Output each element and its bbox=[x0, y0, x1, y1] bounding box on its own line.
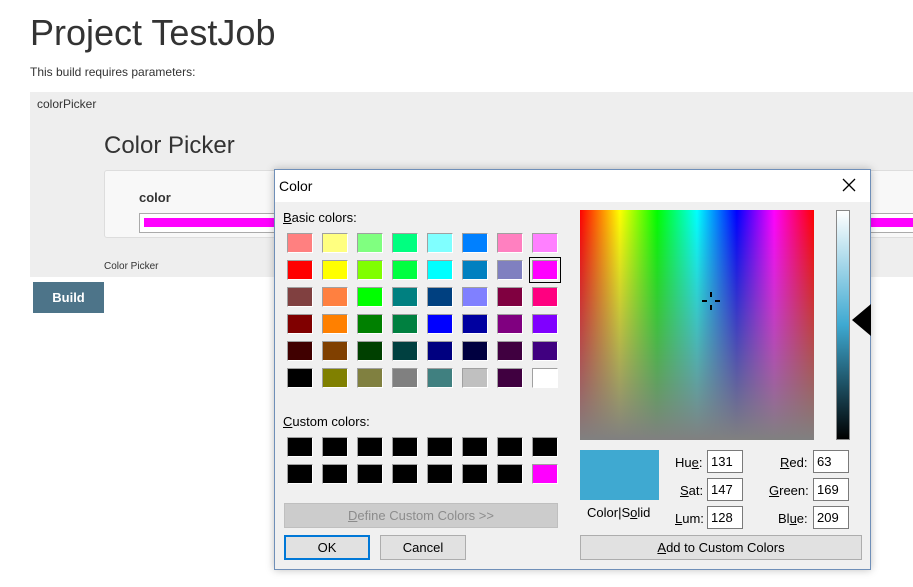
basic-color-swatch[interactable] bbox=[287, 287, 313, 307]
basic-color-swatch[interactable] bbox=[392, 260, 418, 280]
custom-color-swatch[interactable] bbox=[497, 464, 523, 484]
lum-label: Lum: bbox=[675, 511, 704, 526]
custom-color-swatch[interactable] bbox=[497, 437, 523, 457]
basic-color-swatch[interactable] bbox=[462, 341, 488, 361]
basic-color-swatch[interactable] bbox=[532, 341, 558, 361]
basic-color-swatch[interactable] bbox=[497, 341, 523, 361]
custom-color-swatch[interactable] bbox=[322, 464, 348, 484]
basic-color-swatch[interactable] bbox=[392, 368, 418, 388]
basic-color-swatch[interactable] bbox=[532, 368, 558, 388]
basic-color-swatch[interactable] bbox=[322, 233, 348, 253]
basic-color-swatch[interactable] bbox=[462, 287, 488, 307]
basic-color-swatch[interactable] bbox=[532, 233, 558, 253]
color-solid-label: Color|Solid bbox=[587, 505, 651, 520]
basic-color-swatch[interactable] bbox=[497, 260, 523, 280]
parameter-name: colorPicker bbox=[37, 97, 97, 111]
hue-label: Hue: bbox=[675, 455, 703, 470]
basic-color-swatch[interactable] bbox=[322, 260, 348, 280]
color-field-label: color bbox=[139, 190, 171, 205]
basic-color-swatch[interactable] bbox=[357, 287, 383, 307]
custom-color-swatch[interactable] bbox=[532, 437, 558, 457]
basic-color-swatch[interactable] bbox=[392, 341, 418, 361]
custom-color-swatch[interactable] bbox=[357, 464, 383, 484]
red-field[interactable]: 63 bbox=[813, 450, 849, 473]
build-parameters-subtitle: This build requires parameters: bbox=[30, 65, 196, 79]
basic-color-swatch[interactable] bbox=[462, 260, 488, 280]
sat-label: Sat: bbox=[680, 483, 704, 498]
ok-button[interactable]: OK bbox=[284, 535, 370, 560]
basic-color-swatch[interactable] bbox=[357, 233, 383, 253]
red-label: Red: bbox=[780, 455, 808, 470]
basic-color-swatch[interactable] bbox=[287, 368, 313, 388]
build-button[interactable]: Build bbox=[33, 282, 104, 313]
basic-color-swatch[interactable] bbox=[322, 314, 348, 334]
basic-color-swatch[interactable] bbox=[532, 287, 558, 307]
custom-color-swatch[interactable] bbox=[462, 464, 488, 484]
custom-color-swatch[interactable] bbox=[392, 437, 418, 457]
dialog-titlebar: Color bbox=[275, 170, 870, 202]
basic-color-swatch[interactable] bbox=[497, 368, 523, 388]
cancel-button[interactable]: Cancel bbox=[380, 535, 466, 560]
custom-colors-label: Custom colors: bbox=[283, 414, 370, 429]
define-custom-colors-button[interactable]: Define Custom Colors >> bbox=[284, 503, 558, 528]
basic-color-swatch[interactable] bbox=[427, 260, 453, 280]
custom-color-swatch[interactable] bbox=[462, 437, 488, 457]
page-title: Project TestJob bbox=[30, 12, 276, 53]
luminosity-arrow-icon[interactable] bbox=[852, 304, 871, 336]
basic-color-swatch[interactable] bbox=[497, 233, 523, 253]
basic-color-swatch[interactable] bbox=[427, 314, 453, 334]
custom-color-swatch[interactable] bbox=[287, 437, 313, 457]
basic-color-swatch[interactable] bbox=[287, 233, 313, 253]
custom-color-swatch[interactable] bbox=[532, 464, 558, 484]
dialog-title: Color bbox=[279, 178, 313, 194]
color-spectrum[interactable] bbox=[580, 210, 814, 440]
basic-color-swatch[interactable] bbox=[497, 314, 523, 334]
basic-color-swatch[interactable] bbox=[427, 287, 453, 307]
sat-field[interactable]: 147 bbox=[707, 478, 743, 501]
blue-field[interactable]: 209 bbox=[813, 506, 849, 529]
basic-color-swatch[interactable] bbox=[392, 233, 418, 253]
basic-color-swatch[interactable] bbox=[392, 287, 418, 307]
close-icon[interactable] bbox=[842, 176, 856, 197]
blue-label: Blue: bbox=[778, 511, 808, 526]
custom-color-swatch[interactable] bbox=[427, 464, 453, 484]
crosshair-icon bbox=[701, 291, 721, 311]
basic-color-swatch[interactable] bbox=[427, 368, 453, 388]
color-field-description: Color Picker bbox=[104, 261, 159, 272]
basic-color-swatch[interactable] bbox=[462, 233, 488, 253]
basic-color-swatch[interactable] bbox=[532, 314, 558, 334]
basic-color-swatch[interactable] bbox=[357, 260, 383, 280]
basic-color-swatch[interactable] bbox=[287, 260, 313, 280]
basic-color-swatch[interactable] bbox=[427, 341, 453, 361]
basic-color-swatch[interactable] bbox=[287, 341, 313, 361]
custom-color-swatch[interactable] bbox=[427, 437, 453, 457]
basic-color-swatch[interactable] bbox=[529, 257, 561, 283]
basic-color-swatch[interactable] bbox=[497, 287, 523, 307]
hue-field[interactable]: 131 bbox=[707, 450, 743, 473]
basic-color-swatch[interactable] bbox=[392, 314, 418, 334]
basic-color-swatch[interactable] bbox=[427, 233, 453, 253]
luminosity-slider[interactable] bbox=[836, 210, 850, 440]
basic-color-swatch[interactable] bbox=[322, 287, 348, 307]
basic-color-swatch[interactable] bbox=[357, 314, 383, 334]
basic-color-swatch[interactable] bbox=[462, 368, 488, 388]
green-field[interactable]: 169 bbox=[813, 478, 849, 501]
color-preview bbox=[580, 450, 659, 500]
basic-color-swatch[interactable] bbox=[322, 341, 348, 361]
basic-color-swatch[interactable] bbox=[357, 341, 383, 361]
custom-color-swatch[interactable] bbox=[287, 464, 313, 484]
basic-color-swatch[interactable] bbox=[462, 314, 488, 334]
basic-colors-label: Basic colors: bbox=[283, 210, 357, 225]
color-dialog: Color Basic colors: Custom colors: Defin… bbox=[274, 169, 871, 570]
color-picker-heading: Color Picker bbox=[104, 132, 235, 159]
basic-color-swatch[interactable] bbox=[287, 314, 313, 334]
custom-color-swatch[interactable] bbox=[357, 437, 383, 457]
custom-color-swatch[interactable] bbox=[392, 464, 418, 484]
add-to-custom-colors-button[interactable]: Add to Custom Colors bbox=[580, 535, 862, 560]
basic-color-swatch[interactable] bbox=[322, 368, 348, 388]
lum-field[interactable]: 128 bbox=[707, 506, 743, 529]
green-label: Green: bbox=[769, 483, 809, 498]
custom-color-swatch[interactable] bbox=[322, 437, 348, 457]
basic-color-swatch[interactable] bbox=[357, 368, 383, 388]
